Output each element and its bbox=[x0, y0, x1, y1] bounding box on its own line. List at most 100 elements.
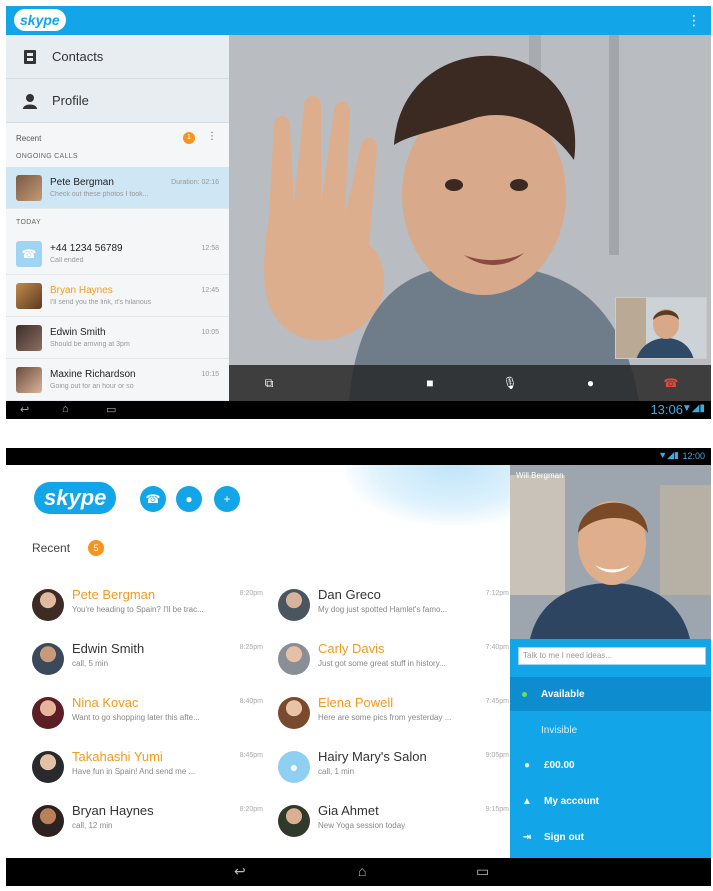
today-label: TODAY bbox=[16, 219, 41, 226]
contact-name: Takahashi Yumi bbox=[72, 749, 163, 764]
list-item[interactable]: Bryan Haynes call, 12 min 8:20pm bbox=[32, 802, 267, 846]
microphone-icon[interactable]: 🎙 bbox=[470, 376, 550, 390]
recent-more-icon[interactable]: ⋮ bbox=[207, 131, 217, 142]
list-item[interactable]: ☎ +44 1234 56789 Call ended 12:58 bbox=[6, 233, 229, 275]
back-icon[interactable]: ↩ bbox=[234, 863, 246, 880]
contact-name: Maxine Richardson bbox=[50, 369, 136, 380]
salon-avatar-icon: ● bbox=[278, 751, 310, 783]
call-button-icon[interactable]: ☎ bbox=[140, 486, 166, 512]
list-item[interactable]: Takahashi Yumi Have fun in Spain! And se… bbox=[32, 748, 267, 792]
list-item[interactable]: Dan Greco My dog just spotted Hamlet's f… bbox=[278, 586, 510, 630]
message-time: 7:40pm bbox=[485, 644, 509, 651]
add-contact-icon[interactable]: + bbox=[214, 486, 240, 512]
profile-photo-image bbox=[510, 465, 711, 639]
list-item[interactable]: Edwin Smith Should be arriving at 3pm 10… bbox=[6, 317, 229, 359]
contact-message: Call ended bbox=[50, 257, 84, 264]
recents-icon[interactable]: ▭ bbox=[476, 863, 489, 880]
recent-header: Recent 1 ⋮ bbox=[6, 123, 229, 153]
profile-panel: Will Bergman Talk to me I need ideas... … bbox=[510, 465, 711, 858]
video-call-view: ⧉ ■ 🎙 ● ☎ bbox=[229, 35, 711, 401]
status-available[interactable]: Available bbox=[510, 677, 711, 711]
list-item[interactable]: ● Hairy Mary's Salon call, 1 min 9:05pm bbox=[278, 748, 510, 792]
switch-camera-icon[interactable]: ⧉ bbox=[229, 376, 309, 391]
status-available-label: Available bbox=[541, 688, 585, 700]
contacts-icon bbox=[22, 49, 38, 65]
avatar bbox=[16, 366, 42, 393]
home-icon[interactable]: ⌂ bbox=[358, 863, 366, 879]
recent-conversations: skype ☎ ● + Recent 5 Pete Bergman You're… bbox=[6, 465, 510, 858]
account-icon: ▲ bbox=[522, 795, 532, 807]
list-item[interactable]: Gia Ahmet New Yoga session today 9:15pm bbox=[278, 802, 510, 846]
sign-out-item[interactable]: ⇥ Sign out bbox=[510, 820, 711, 854]
recent-label: Recent bbox=[32, 541, 71, 555]
call-duration: Duration: 02:16 bbox=[171, 179, 219, 186]
avatar bbox=[16, 324, 42, 351]
call-time: 12:45 bbox=[201, 287, 219, 294]
system-bar: ↩ ⌂ ▭ 13:06 ▼◢▮ bbox=[6, 401, 711, 419]
message-time: 8:20pm bbox=[239, 590, 263, 597]
contact-name: +44 1234 56789 bbox=[50, 243, 123, 254]
app-bar: skype ⋮ bbox=[6, 6, 711, 35]
avatar bbox=[32, 697, 64, 729]
recents-icon[interactable]: ▭ bbox=[106, 403, 116, 416]
call-time: 12:58 bbox=[201, 245, 219, 252]
status-clock: 12:00 bbox=[682, 451, 705, 461]
video-icon[interactable]: ■ bbox=[390, 376, 470, 390]
contact-message: My dog just spotted Hamlet's famo... bbox=[318, 605, 448, 614]
mood-message-field[interactable]: Talk to me I need ideas... bbox=[518, 647, 706, 665]
cloud-decoration bbox=[346, 465, 510, 525]
nav-profile[interactable]: Profile bbox=[6, 79, 229, 123]
status-invisible[interactable]: Invisible bbox=[510, 713, 711, 747]
system-clock: 13:06 bbox=[650, 402, 683, 417]
list-item[interactable]: Nina Kovac Want to go shopping later thi… bbox=[32, 694, 267, 738]
list-item[interactable]: Bryan Haynes I'll send you the link, it'… bbox=[6, 275, 229, 317]
credit-item[interactable]: ● £00.00 bbox=[510, 748, 711, 782]
contact-name: Dan Greco bbox=[318, 587, 381, 602]
self-view-pip[interactable] bbox=[615, 297, 707, 359]
contact-message: Should be arriving at 3pm bbox=[50, 341, 130, 348]
recent-count-badge: 5 bbox=[88, 540, 104, 556]
status-bar: ▼◢▮ 12:00 bbox=[6, 448, 711, 465]
back-icon[interactable]: ↩ bbox=[20, 403, 29, 416]
contact-message: I'll send you the link, it's hilarious bbox=[50, 299, 152, 306]
call-time: 10:05 bbox=[201, 329, 219, 336]
status-invisible-label: Invisible bbox=[541, 724, 578, 736]
chat-icon[interactable]: ● bbox=[550, 376, 630, 390]
signal-battery-icon: ▼◢▮ bbox=[681, 403, 705, 414]
avatar bbox=[32, 751, 64, 783]
list-item[interactable]: Elena Powell Here are some pics from yes… bbox=[278, 694, 510, 738]
skype-logo: skype bbox=[34, 482, 117, 514]
chat-button-icon[interactable]: ● bbox=[176, 486, 202, 512]
credit-icon: ● bbox=[523, 759, 531, 771]
contact-name: Nina Kovac bbox=[72, 695, 139, 710]
message-time: 7:45pm bbox=[485, 698, 509, 705]
navigation-bar: ↩ ⌂ ▭ bbox=[6, 858, 711, 886]
contact-name: Bryan Haynes bbox=[50, 285, 113, 296]
list-item[interactable]: Edwin Smith call, 5 min 8:25pm bbox=[32, 640, 267, 684]
contact-message: New Yoga session today bbox=[318, 821, 406, 830]
end-call-icon[interactable]: ☎ bbox=[631, 376, 711, 390]
contact-name: Bryan Haynes bbox=[72, 803, 154, 818]
ongoing-call-row[interactable]: Pete Bergman Check out these photos I to… bbox=[6, 167, 229, 209]
message-time: 8:25pm bbox=[239, 644, 263, 651]
message-time: 8:40pm bbox=[239, 698, 263, 705]
list-item[interactable]: Maxine Richardson Going out for an hour … bbox=[6, 359, 229, 401]
contact-name: Pete Bergman bbox=[72, 587, 156, 602]
message-time: 8:45pm bbox=[239, 752, 263, 759]
message-time: 9:05pm bbox=[485, 752, 509, 759]
my-account-item[interactable]: ▲ My account bbox=[510, 784, 711, 818]
contact-message: call, 12 min bbox=[72, 821, 113, 830]
home-icon[interactable]: ⌂ bbox=[62, 403, 69, 415]
overflow-icon[interactable]: ⋮ bbox=[687, 13, 701, 27]
contact-message: Here are some pics from yesterday ... bbox=[318, 713, 452, 722]
avatar bbox=[16, 174, 42, 201]
contact-message: Have fun in Spain! And send me ... bbox=[72, 767, 196, 776]
avatar bbox=[278, 589, 310, 621]
avatar bbox=[32, 589, 64, 621]
self-view-image bbox=[616, 298, 706, 358]
nav-contacts[interactable]: Contacts bbox=[6, 35, 229, 79]
list-item[interactable]: Pete Bergman You're heading to Spain? I'… bbox=[32, 586, 267, 630]
list-item[interactable]: Carly Davis Just got some great stuff in… bbox=[278, 640, 510, 684]
recent-count-badge: 1 bbox=[183, 132, 195, 144]
sidebar: Contacts Profile Recent 1 ⋮ ONGOING CALL… bbox=[6, 35, 229, 401]
